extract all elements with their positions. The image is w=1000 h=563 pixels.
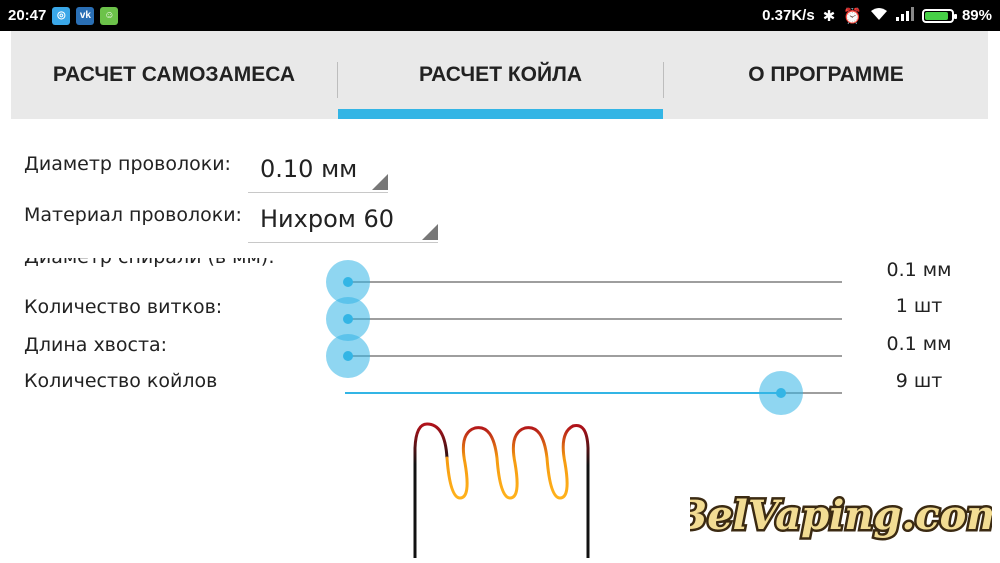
- leg-length-label: Длина хвоста:: [24, 334, 168, 356]
- wire-diameter-value: 0.10 мм: [260, 155, 358, 183]
- vk-icon: vk: [76, 6, 95, 25]
- coil-count-value: 9 шт: [895, 370, 943, 392]
- coil-diameter-value: 0.1 мм: [886, 259, 952, 281]
- tab-coil-calculation[interactable]: РАСЧЕТ КОЙЛА: [338, 31, 663, 119]
- tab-about[interactable]: О ПРОГРАММЕ: [664, 31, 988, 119]
- wire-material-spinner[interactable]: Нихром 60: [248, 205, 438, 243]
- battery-icon: [921, 8, 957, 23]
- turns-slider[interactable]: [345, 318, 842, 320]
- coil-count-slider-progress: [345, 392, 782, 394]
- coil-diameter-label-clip: Диаметр спирали (в мм):: [24, 258, 324, 284]
- turns-value: 1 шт: [895, 295, 943, 317]
- alarm-off-icon: ⏰: [843, 7, 862, 25]
- wifi-icon: [870, 7, 888, 25]
- watermark-text: BelVaping.com: [690, 492, 992, 539]
- bluetooth-icon: ✱: [822, 7, 836, 25]
- slider-thumb-core: [343, 277, 353, 287]
- leg-length-value: 0.1 мм: [886, 333, 952, 355]
- clock: 20:47: [8, 7, 47, 24]
- wire-material-value: Нихром 60: [260, 205, 395, 233]
- wire-material-label: Материал проволоки:: [24, 204, 242, 226]
- slider-thumb-core: [343, 314, 353, 324]
- slider-thumb-core: [776, 388, 787, 398]
- slider-thumb-core: [343, 351, 353, 361]
- active-tab-indicator: [338, 109, 663, 119]
- coil-count-slider-thumb[interactable]: [759, 371, 804, 415]
- belvaping-watermark: BelVaping.com: [690, 490, 992, 542]
- battery-percent: 89%: [961, 7, 992, 24]
- status-bar: 20:47 ◎ vk ☺ 0.37K/s ✱ ⏰ 89%: [0, 0, 1000, 31]
- turns-label: Количество витков:: [24, 296, 223, 318]
- leg-length-slider-thumb[interactable]: [326, 334, 370, 378]
- coil-diameter-label: Диаметр спирали (в мм):: [24, 258, 284, 269]
- status-bar-left: 20:47 ◎ vk ☺: [8, 0, 119, 31]
- wire-diameter-label: Диаметр проволоки:: [24, 153, 231, 175]
- tab-bar: РАСЧЕТ САМОЗАМЕСА РАСЧЕТ КОЙЛА О ПРОГРАМ…: [11, 31, 988, 119]
- network-speed: 0.37K/s: [762, 7, 815, 24]
- tab-mix-calculation[interactable]: РАСЧЕТ САМОЗАМЕСА: [11, 31, 337, 119]
- dropdown-arrow-icon: [372, 174, 388, 190]
- signal-icon: [895, 6, 914, 25]
- dropdown-arrow-icon: [422, 224, 438, 240]
- status-bar-right: 0.37K/s ✱ ⏰ 89%: [762, 0, 992, 31]
- coil-illustration: [413, 422, 590, 558]
- app-icon: ◎: [52, 6, 71, 25]
- coil-count-label: Количество койлов: [24, 370, 218, 392]
- coil-diameter-slider[interactable]: [345, 281, 842, 283]
- android-icon: ☺: [100, 6, 119, 25]
- wire-diameter-spinner[interactable]: 0.10 мм: [248, 155, 388, 193]
- leg-length-slider[interactable]: [345, 355, 842, 357]
